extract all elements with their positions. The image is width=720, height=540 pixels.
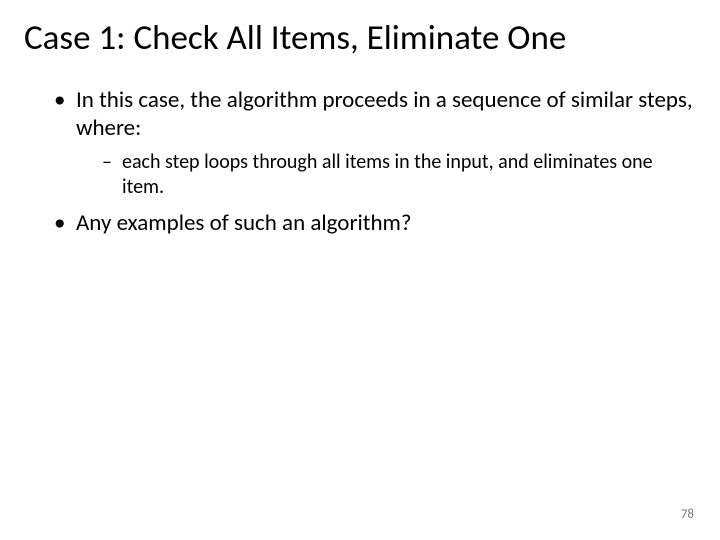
sub-bullet-list: each step loops through all items in the…	[76, 150, 696, 199]
bullet-text-2: Any examples of such an algorithm?	[76, 209, 412, 237]
bullet-list: In this case, the algorithm proceeds in …	[24, 86, 696, 237]
sub-bullet-text-1: each step loops through all items in the…	[122, 150, 653, 198]
page-number: 78	[681, 507, 694, 522]
bullet-item-1: In this case, the algorithm proceeds in …	[54, 86, 696, 199]
slide-title: Case 1: Check All Items, Eliminate One	[24, 18, 696, 58]
bullet-item-2: Any examples of such an algorithm?	[54, 209, 696, 237]
bullet-text-1: In this case, the algorithm proceeds in …	[76, 86, 693, 142]
sub-bullet-item-1: each step loops through all items in the…	[102, 150, 696, 199]
slide: Case 1: Check All Items, Eliminate One I…	[0, 0, 720, 540]
